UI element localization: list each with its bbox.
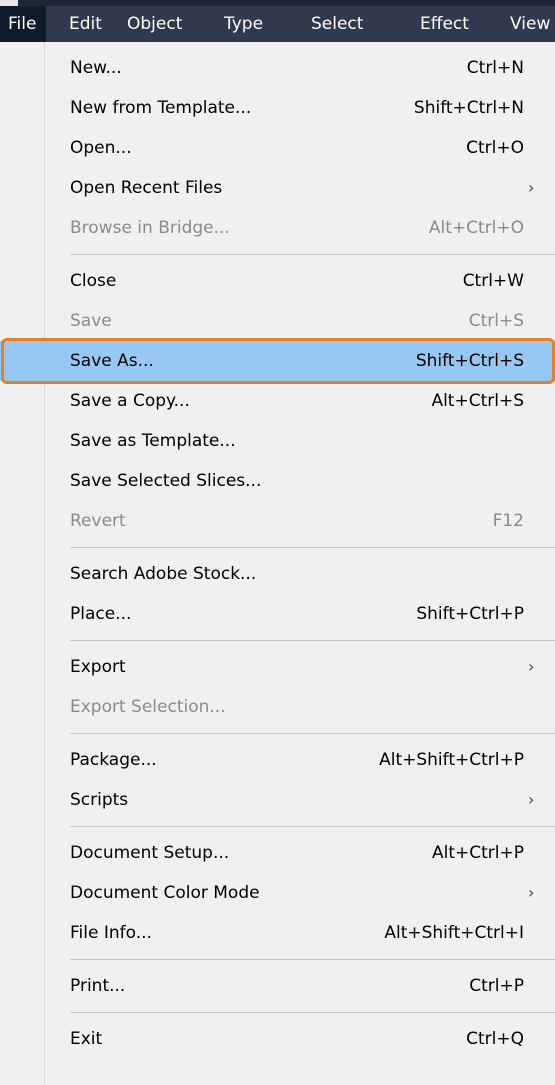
menu-item-label: Save [70, 311, 112, 331]
menu-item-export-selection[interactable]: Export Selection... [0, 687, 555, 727]
menu-item-file-info[interactable]: File Info... Alt+Shift+Ctrl+I [0, 913, 555, 953]
menu-item-label: Document Setup... [70, 843, 230, 863]
menu-item-shortcut: Shift+Ctrl+N [413, 98, 524, 118]
menu-select[interactable]: Select [311, 6, 363, 42]
menu-item-open-recent-files[interactable]: Open Recent Files › [0, 168, 555, 208]
menu-item-print[interactable]: Print... Ctrl+P [0, 966, 555, 1006]
menu-item-place[interactable]: Place... Shift+Ctrl+P [0, 594, 555, 634]
menu-item-label: Package... [70, 750, 157, 770]
chevron-right-icon: › [528, 883, 535, 902]
menu-view[interactable]: View [510, 6, 550, 42]
menu-item-document-setup[interactable]: Document Setup... Alt+Ctrl+P [0, 833, 555, 873]
menu-item-scripts[interactable]: Scripts › [0, 780, 555, 820]
menu-item-label: Save Selected Slices... [70, 471, 262, 491]
menu-item-shortcut: Shift+Ctrl+P [416, 604, 524, 624]
menu-item-shortcut: F12 [492, 511, 524, 531]
menu-item-label: Open Recent Files [70, 178, 223, 198]
menu-item-label: Search Adobe Stock... [70, 564, 257, 584]
menu-separator [70, 1012, 555, 1013]
chevron-right-icon: › [528, 790, 535, 809]
menu-item-shortcut: Ctrl+O [466, 138, 524, 158]
chevron-right-icon: › [528, 657, 535, 676]
menu-item-label: New... [70, 58, 122, 78]
menu-item-open[interactable]: Open... Ctrl+O [0, 128, 555, 168]
menu-separator [70, 826, 555, 827]
menu-separator [70, 959, 555, 960]
menu-item-save-selected-slices[interactable]: Save Selected Slices... [0, 461, 555, 501]
menu-item-label: Close [70, 271, 117, 291]
menu-item-package[interactable]: Package... Alt+Shift+Ctrl+P [0, 740, 555, 780]
menu-item-label: Document Color Mode [70, 883, 260, 903]
menu-separator [70, 254, 555, 255]
menu-item-close[interactable]: Close Ctrl+W [0, 261, 555, 301]
file-menu-dropdown: New... Ctrl+N New from Template... Shift… [0, 42, 555, 1085]
menu-item-shortcut: Ctrl+S [468, 311, 524, 331]
menu-item-label: New from Template... [70, 98, 252, 118]
menu-item-search-adobe-stock[interactable]: Search Adobe Stock... [0, 554, 555, 594]
menu-separator [70, 547, 555, 548]
menu-separator [70, 640, 555, 641]
menu-item-shortcut: Alt+Ctrl+S [431, 391, 524, 411]
menu-item-save-as[interactable]: Save As... Shift+Ctrl+S [0, 341, 555, 381]
menu-object[interactable]: Object [127, 6, 182, 42]
chevron-right-icon: › [528, 178, 535, 197]
menu-item-label: Save a Copy... [70, 391, 190, 411]
menu-item-new-from-template[interactable]: New from Template... Shift+Ctrl+N [0, 88, 555, 128]
menu-item-document-color-mode[interactable]: Document Color Mode › [0, 873, 555, 913]
menu-item-shortcut: Alt+Ctrl+O [428, 218, 524, 238]
menu-item-exit[interactable]: Exit Ctrl+Q [0, 1019, 555, 1059]
menu-item-label: Scripts [70, 790, 129, 810]
menu-item-label: File Info... [70, 923, 152, 943]
menu-item-shortcut: Ctrl+Q [466, 1029, 524, 1049]
menu-separator [70, 733, 555, 734]
menu-item-label: Open... [70, 138, 132, 158]
menu-item-label: Save as Template... [70, 431, 236, 451]
menu-item-label: Save As... [70, 351, 154, 371]
menu-item-save-as-template[interactable]: Save as Template... [0, 421, 555, 461]
menu-item-label: Print... [70, 976, 126, 996]
menu-effect[interactable]: Effect [420, 6, 469, 42]
menu-item-label: Export [70, 657, 126, 677]
menu-bar: File Edit Object Type Select Effect View [0, 0, 555, 42]
menu-edit[interactable]: Edit [69, 6, 102, 42]
menu-item-label: Revert [70, 511, 126, 531]
menu-file[interactable]: File [0, 6, 47, 42]
menu-item-save[interactable]: Save Ctrl+S [0, 301, 555, 341]
menu-item-export[interactable]: Export › [0, 647, 555, 687]
menu-item-browse-in-bridge[interactable]: Browse in Bridge... Alt+Ctrl+O [0, 208, 555, 248]
menu-item-shortcut: Alt+Shift+Ctrl+I [384, 923, 524, 943]
menu-item-shortcut: Shift+Ctrl+S [415, 351, 524, 371]
menu-item-revert[interactable]: Revert F12 [0, 501, 555, 541]
menu-item-shortcut: Alt+Shift+Ctrl+P [379, 750, 524, 770]
menu-item-shortcut: Ctrl+P [469, 976, 524, 996]
menu-item-new[interactable]: New... Ctrl+N [0, 48, 555, 88]
menu-type[interactable]: Type [224, 6, 263, 42]
menu-item-label: Exit [70, 1029, 103, 1049]
menu-item-label: Export Selection... [70, 697, 226, 717]
menu-item-shortcut: Alt+Ctrl+P [431, 843, 524, 863]
menu-item-shortcut: Ctrl+W [462, 271, 524, 291]
menu-item-label: Browse in Bridge... [70, 218, 230, 238]
menu-item-save-a-copy[interactable]: Save a Copy... Alt+Ctrl+S [0, 381, 555, 421]
menu-item-label: Place... [70, 604, 132, 624]
menu-item-shortcut: Ctrl+N [466, 58, 524, 78]
